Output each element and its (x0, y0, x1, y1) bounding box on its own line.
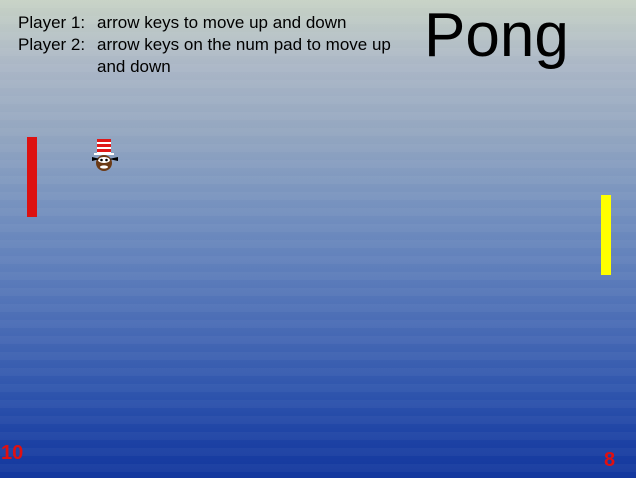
player2-instruction: Player 2: arrow keys on the num pad to m… (18, 34, 397, 78)
controls-instructions: Player 1: arrow keys to move up and down… (18, 12, 397, 78)
player2-label: Player 2: (18, 35, 86, 54)
player1-controls-text: arrow keys to move up and down (97, 13, 347, 32)
player1-instruction: Player 1: arrow keys to move up and down (18, 12, 397, 34)
player2-score: 8 (604, 449, 616, 471)
player2-paddle[interactable] (601, 195, 611, 275)
player2-controls-text: arrow keys on the num pad to move up and… (97, 35, 391, 76)
game-title: Pong (424, 1, 569, 70)
player1-score: 10 (1, 442, 24, 464)
player1-label: Player 1: (18, 13, 86, 32)
cat-in-the-hat-icon (92, 139, 118, 171)
player1-paddle[interactable] (27, 137, 37, 217)
ball-cat-in-the-hat-icon (91, 138, 120, 172)
pong-game-area: Player 1: arrow keys to move up and down… (0, 0, 636, 478)
